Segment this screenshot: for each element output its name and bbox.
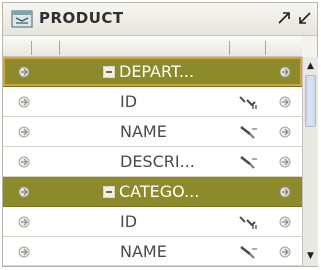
connector-port-icon[interactable]: [278, 185, 292, 199]
connector-port-icon[interactable]: [17, 95, 31, 109]
field-row-name[interactable]: NAME: [3, 117, 302, 147]
connector-port-icon[interactable]: [278, 125, 292, 139]
vertical-scrollbar[interactable]: ▲ ▼: [302, 57, 318, 266]
edit-pencil-icon: [240, 125, 257, 139]
connector-port-icon[interactable]: [17, 65, 31, 79]
connector-port-icon[interactable]: [278, 245, 292, 259]
column-header: [3, 36, 302, 57]
field-name-label: NAME: [120, 122, 167, 141]
field-row-id[interactable]: ID: [3, 87, 302, 117]
field-name-label: ID: [120, 212, 138, 231]
table-row-department[interactable]: DEPART...: [3, 57, 302, 87]
field-name-label: NAME: [120, 242, 167, 261]
field-name-label: ID: [120, 92, 138, 111]
column-separator[interactable]: [229, 41, 230, 55]
maximize-glyph-icon: [278, 12, 290, 24]
column-separator[interactable]: [265, 41, 266, 55]
connector-port-icon[interactable]: [17, 215, 31, 229]
field-list: DEPART... ID NAME DESCRI... CATEGO... ID…: [3, 57, 302, 267]
connector-port-icon[interactable]: [278, 65, 292, 79]
edit-pencil-icon: [240, 155, 257, 169]
connector-port-icon[interactable]: [17, 245, 31, 259]
scroll-thumb[interactable]: [305, 75, 316, 127]
scroll-up-icon[interactable]: ▲: [304, 59, 317, 73]
table-row-category[interactable]: CATEGO...: [3, 177, 302, 207]
connector-port-icon[interactable]: [278, 95, 292, 109]
table-name-label: CATEGO...: [119, 182, 200, 201]
collapse-toggle-icon[interactable]: [103, 66, 115, 78]
maximize-icon[interactable]: [275, 9, 293, 27]
restore-icon[interactable]: [296, 9, 314, 27]
key-relation-icon: [239, 96, 257, 109]
field-row-description[interactable]: DESCRI...: [3, 147, 302, 177]
collapse-toggle-icon[interactable]: [103, 186, 115, 198]
connector-port-icon[interactable]: [278, 215, 292, 229]
connector-port-icon[interactable]: [17, 155, 31, 169]
connector-port-icon[interactable]: [17, 125, 31, 139]
product-entity-panel[interactable]: PRODUCT DEPART... ID NAME DESCRI... CATE…: [2, 2, 318, 267]
scroll-down-icon[interactable]: ▼: [304, 249, 317, 263]
connector-port-icon[interactable]: [17, 185, 31, 199]
table-name-label: DEPART...: [119, 62, 195, 81]
edit-pencil-icon: [240, 245, 257, 259]
field-name-label: DESCRI...: [120, 152, 195, 171]
connector-port-icon[interactable]: [278, 155, 292, 169]
restore-glyph-icon: [299, 12, 311, 24]
column-separator[interactable]: [59, 41, 60, 55]
column-separator[interactable]: [31, 41, 32, 55]
entity-table-icon: [11, 10, 33, 28]
key-relation-icon: [239, 216, 257, 229]
title-bar[interactable]: PRODUCT: [3, 3, 317, 36]
field-row-id[interactable]: ID: [3, 207, 302, 237]
field-row-name[interactable]: NAME: [3, 237, 302, 266]
entity-title: PRODUCT: [39, 9, 124, 27]
